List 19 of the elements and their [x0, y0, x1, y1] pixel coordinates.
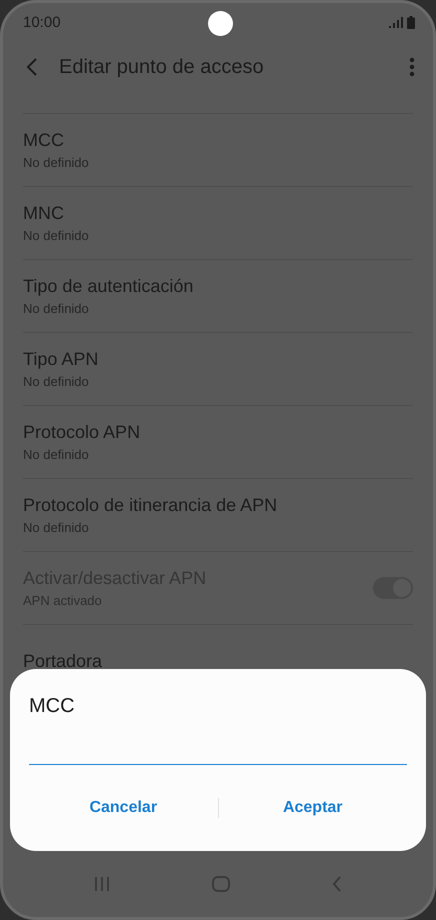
camera-hole: [208, 11, 233, 36]
setting-title: MCC: [23, 130, 65, 151]
header-title: Editar punto de acceso: [59, 56, 265, 78]
setting-title: Tipo APN: [23, 349, 98, 370]
setting-title: MNC: [23, 203, 65, 224]
dialog-title: MCC: [29, 695, 76, 718]
more-options-icon[interactable]: [409, 57, 415, 77]
home-icon[interactable]: [212, 876, 230, 892]
battery-icon: [407, 16, 415, 28]
dialog-button[interactable]: Cancelar: [29, 791, 218, 825]
setting-title: Protocolo de itinerancia de APN: [23, 495, 278, 516]
recent-apps-icon[interactable]: [94, 876, 110, 892]
setting-title: Protocolo APN: [23, 422, 140, 443]
setting-title: Tipo de autenticación: [23, 276, 194, 297]
signal-icon: [389, 16, 403, 28]
dialog-button[interactable]: Aceptar: [218, 791, 407, 825]
setting-title: Portadora: [23, 650, 102, 672]
status-time: 10:00: [23, 14, 61, 30]
back-icon[interactable]: [332, 876, 342, 892]
